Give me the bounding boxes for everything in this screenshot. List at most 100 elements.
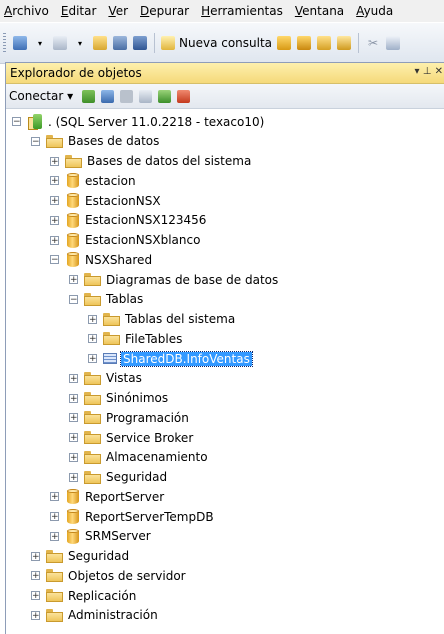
expand-icon[interactable]: + <box>88 314 97 324</box>
expand-icon[interactable]: + <box>88 354 97 364</box>
expand-icon[interactable]: + <box>50 512 59 522</box>
dmx-query-icon <box>317 36 332 50</box>
folder-icon <box>103 332 120 346</box>
folder-icon <box>46 134 63 148</box>
menu-ventana[interactable]: Ventana <box>289 0 350 22</box>
tree-node-label: Sinónimos <box>106 391 169 405</box>
expand-icon[interactable]: + <box>31 571 40 581</box>
tree-node[interactable]: + EstacionNSXblanco <box>50 231 200 250</box>
tree-node-label: ReportServer <box>85 489 165 504</box>
copy-button[interactable] <box>385 34 401 52</box>
folder-icon <box>103 312 120 326</box>
tree-node[interactable]: + Objetos de servidor <box>31 566 186 585</box>
new-project-icon <box>13 36 27 50</box>
collapse-icon[interactable]: − <box>50 255 59 265</box>
tree-node[interactable]: + EstacionNSX123456 <box>50 211 206 230</box>
folder-icon <box>46 569 63 583</box>
disconnect-icon[interactable] <box>101 89 115 103</box>
tree-node[interactable]: − NSXShared <box>50 250 152 269</box>
analysis-xmla-query-button[interactable] <box>336 34 352 52</box>
add-item-dropdown[interactable]: ▾ <box>72 34 88 52</box>
tree-node[interactable]: + Almacenamiento <box>69 448 208 467</box>
expand-icon[interactable]: + <box>50 156 59 166</box>
tree-node[interactable]: + Programación <box>69 408 189 427</box>
expand-icon[interactable]: + <box>50 176 59 186</box>
menu-archivo[interactable]: Archivo <box>0 0 55 22</box>
tree-node[interactable]: + ReportServerTempDB <box>50 507 214 526</box>
tree-node[interactable]: + ReportServer <box>50 487 164 506</box>
expand-icon[interactable]: + <box>31 591 40 601</box>
open-file-button[interactable] <box>92 34 108 52</box>
tree-node[interactable]: − Bases de datos <box>31 132 159 151</box>
expand-icon[interactable]: + <box>50 531 59 541</box>
folder-icon <box>84 273 101 286</box>
tree-node[interactable]: + Administración <box>31 606 158 625</box>
expand-icon[interactable]: + <box>69 413 78 423</box>
expand-icon[interactable]: + <box>69 452 78 462</box>
tree-node[interactable]: + Seguridad <box>69 468 167 487</box>
tree-node[interactable]: + Sinónimos <box>69 389 168 408</box>
add-item-button[interactable] <box>52 34 68 52</box>
tree-node[interactable]: + Service Broker <box>69 428 193 447</box>
tree-node[interactable]: + estacion <box>50 171 136 190</box>
menu-ver[interactable]: Ver <box>102 0 134 22</box>
save-button[interactable] <box>112 34 128 52</box>
menu-editar[interactable]: Editar <box>55 0 103 22</box>
tree-node[interactable]: + Replicación <box>31 586 136 605</box>
tree-node-label-selected: SharedDB.InfoVentas <box>120 350 253 367</box>
expand-icon[interactable]: + <box>69 275 78 285</box>
tree-node-label: . (SQL Server 11.0.2218 - texaco10) <box>48 114 265 129</box>
menu-herramientas[interactable]: Herramientas <box>195 0 289 22</box>
tree-node[interactable]: + SharedDB.InfoVentas <box>88 349 253 368</box>
expand-icon[interactable]: + <box>50 235 59 245</box>
expand-icon[interactable]: + <box>50 196 59 206</box>
expand-icon[interactable]: + <box>69 472 78 482</box>
save-all-icon <box>133 36 147 50</box>
expand-icon[interactable]: + <box>31 551 40 561</box>
menu-depurar[interactable]: Depurar <box>134 0 195 22</box>
connect-object-explorer-icon[interactable] <box>82 89 96 103</box>
tree-node[interactable]: + FileTables <box>88 329 182 348</box>
expand-icon[interactable]: + <box>69 433 78 443</box>
analysis-dmx-query-button[interactable] <box>316 34 332 52</box>
collapse-icon[interactable]: − <box>31 136 40 146</box>
new-query-button[interactable]: Nueva consulta <box>161 34 272 52</box>
database-engine-query-button[interactable] <box>276 34 292 52</box>
expand-icon[interactable]: + <box>50 492 59 502</box>
toolbar-separator <box>154 33 155 53</box>
cut-button[interactable]: ✂ <box>365 34 381 52</box>
activity-monitor-icon[interactable] <box>177 89 191 103</box>
tree-node[interactable]: + Seguridad <box>31 547 129 566</box>
tree-node[interactable]: + Vistas <box>69 369 142 388</box>
refresh-icon[interactable] <box>158 89 172 103</box>
scissors-icon: ✂ <box>368 36 379 50</box>
expand-icon[interactable]: + <box>31 610 40 620</box>
stop-icon[interactable] <box>120 89 134 103</box>
tree-node[interactable]: + Tablas del sistema <box>88 310 235 329</box>
collapse-icon[interactable]: − <box>12 117 21 127</box>
menu-ayuda[interactable]: Ayuda <box>350 0 399 22</box>
tree-node[interactable]: − . (SQL Server 11.0.2218 - texaco10) <box>12 112 264 131</box>
filter-icon[interactable] <box>139 89 153 103</box>
object-explorer-titlebar[interactable]: Explorador de objetos ▾ ⊥ ✕ <box>6 63 444 84</box>
connect-dropdown[interactable]: Conectar ▾ <box>9 89 73 103</box>
expand-icon[interactable]: + <box>50 215 59 225</box>
expand-icon[interactable]: + <box>69 393 78 403</box>
tree-node[interactable]: + Bases de datos del sistema <box>50 152 251 171</box>
tree-node-label: Tablas <box>106 292 144 307</box>
expand-icon[interactable]: + <box>88 334 97 344</box>
expand-icon[interactable]: + <box>69 373 78 383</box>
tree-node[interactable]: + EstacionNSX <box>50 191 161 210</box>
tree-node[interactable]: − Tablas <box>69 290 143 309</box>
tree-node-label: Programación <box>106 410 189 425</box>
collapse-icon[interactable]: − <box>69 294 78 304</box>
tree-node[interactable]: + SRMServer <box>50 527 151 546</box>
new-project-button[interactable] <box>12 34 28 52</box>
tree-node[interactable]: + Diagramas de base de datos <box>69 270 278 289</box>
toolbar-grip[interactable] <box>3 33 6 53</box>
panel-controls[interactable]: ▾ ⊥ ✕ <box>415 66 443 77</box>
new-project-dropdown[interactable]: ▾ <box>32 34 48 52</box>
save-all-button[interactable] <box>132 34 148 52</box>
object-explorer-toolbar: Conectar ▾ <box>6 84 444 109</box>
analysis-mdx-query-button[interactable] <box>296 34 312 52</box>
